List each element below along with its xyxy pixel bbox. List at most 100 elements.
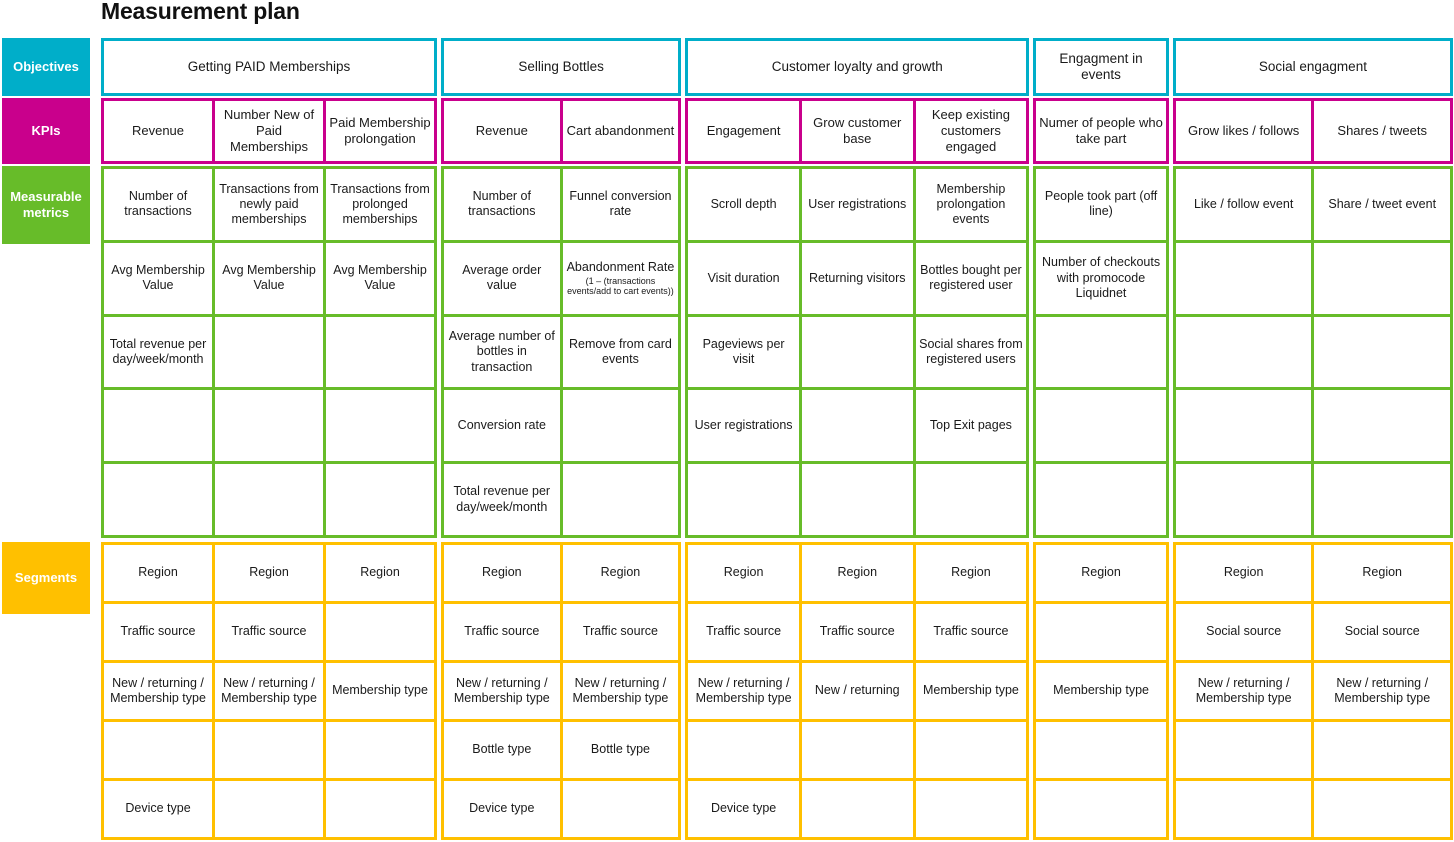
segment-cell[interactable]: Social source (1175, 604, 1312, 660)
segment-cell[interactable] (1036, 722, 1166, 778)
metric-cell[interactable] (104, 464, 212, 535)
metric-cell[interactable]: Conversion rate (443, 390, 560, 462)
metric-cell[interactable] (1175, 242, 1312, 314)
metric-cell[interactable]: Number of transactions (104, 169, 212, 240)
segment-cell[interactable]: Traffic source (215, 604, 323, 660)
segment-cell[interactable]: Traffic source (562, 604, 679, 660)
segment-cell[interactable] (1175, 722, 1312, 778)
metric-cell[interactable] (1175, 390, 1312, 462)
metric-cell[interactable]: Top Exit pages (915, 390, 1027, 462)
segment-cell[interactable] (562, 781, 679, 837)
kpi-cell[interactable]: Revenue (104, 101, 212, 161)
segment-cell[interactable] (915, 722, 1027, 778)
segment-cell[interactable]: Region (915, 545, 1027, 601)
metric-cell[interactable] (326, 390, 434, 462)
segment-cell[interactable]: Region (562, 545, 679, 601)
segment-cell[interactable]: Region (1175, 545, 1312, 601)
segment-cell[interactable] (801, 781, 913, 837)
segment-cell[interactable] (215, 722, 323, 778)
metric-cell[interactable]: Pageviews per visit (688, 316, 799, 388)
metric-cell[interactable]: Visit duration (688, 242, 799, 314)
kpi-cell[interactable]: Shares / tweets (1314, 101, 1450, 161)
kpi-cell[interactable]: Cart abandonment (562, 101, 679, 161)
metric-cell[interactable]: Share / tweet event (1314, 169, 1450, 240)
metric-cell[interactable] (1036, 316, 1166, 388)
metric-cell[interactable] (1314, 242, 1450, 314)
metric-cell[interactable]: Average order value (443, 242, 560, 314)
segment-cell[interactable]: Region (1314, 545, 1450, 601)
kpi-cell[interactable]: Number New of Paid Memberships (215, 101, 323, 161)
segment-cell[interactable]: New / returning / Membership type (443, 663, 560, 719)
kpi-cell[interactable]: Grow customer base (801, 101, 913, 161)
metric-cell[interactable]: Social shares from registered users (915, 316, 1027, 388)
kpi-cell[interactable]: Grow likes / follows (1175, 101, 1312, 161)
metric-cell[interactable] (801, 464, 913, 535)
metric-cell[interactable] (688, 464, 799, 535)
metric-cell[interactable] (1036, 464, 1166, 535)
metric-cell[interactable] (801, 390, 913, 462)
metric-cell[interactable]: Abandonment Rate (1 – (transactions event… (562, 242, 679, 314)
metric-cell[interactable]: Funnel conversion rate (562, 169, 679, 240)
segment-cell[interactable]: Bottle type (443, 722, 560, 778)
segment-cell[interactable]: Traffic source (801, 604, 913, 660)
segment-cell[interactable]: New / returning / Membership type (104, 663, 212, 719)
segment-cell[interactable]: Bottle type (562, 722, 679, 778)
metric-cell[interactable] (215, 464, 323, 535)
objective-cell[interactable]: Social engagment (1175, 41, 1450, 93)
metric-cell[interactable] (1314, 390, 1450, 462)
segment-cell[interactable]: Region (688, 545, 799, 601)
metric-cell[interactable] (326, 464, 434, 535)
metric-cell[interactable]: Number of transactions (443, 169, 560, 240)
metric-cell[interactable]: Transactions from newly paid memberships (215, 169, 323, 240)
metric-cell[interactable] (326, 316, 434, 388)
segment-cell[interactable] (1175, 781, 1312, 837)
metric-cell[interactable] (104, 390, 212, 462)
segment-cell[interactable]: Device type (443, 781, 560, 837)
segment-cell[interactable]: Device type (688, 781, 799, 837)
segment-cell[interactable]: New / returning / Membership type (688, 663, 799, 719)
objective-cell[interactable]: Engagment in events (1036, 41, 1166, 93)
metric-cell[interactable]: Scroll depth (688, 169, 799, 240)
segment-cell[interactable] (326, 604, 434, 660)
segment-cell[interactable] (326, 722, 434, 778)
kpi-cell[interactable]: Engagement (688, 101, 799, 161)
segment-cell[interactable]: Membership type (1036, 663, 1166, 719)
segment-cell[interactable] (215, 781, 323, 837)
metric-cell[interactable]: Transactions from prolonged memberships (326, 169, 434, 240)
segment-cell[interactable]: New / returning / Membership type (1314, 663, 1450, 719)
segment-cell[interactable]: Region (104, 545, 212, 601)
metric-cell[interactable]: Total revenue per day/week/month (104, 316, 212, 388)
segment-cell[interactable]: Region (326, 545, 434, 601)
metric-cell[interactable]: Number of checkouts with promocode Liqui… (1036, 242, 1166, 314)
metric-cell[interactable] (562, 464, 679, 535)
metric-cell[interactable] (915, 464, 1027, 535)
metric-cell[interactable]: Membership prolongation events (915, 169, 1027, 240)
objective-cell[interactable]: Getting PAID Memberships (104, 41, 434, 93)
metric-cell[interactable]: People took part (off line) (1036, 169, 1166, 240)
metric-cell[interactable] (1175, 316, 1312, 388)
segment-cell[interactable]: New / returning / Membership type (562, 663, 679, 719)
metric-cell[interactable] (215, 390, 323, 462)
segment-cell[interactable]: Membership type (326, 663, 434, 719)
metric-cell[interactable]: Total revenue per day/week/month (443, 464, 560, 535)
metric-cell[interactable] (1175, 464, 1312, 535)
segment-cell[interactable]: Traffic source (915, 604, 1027, 660)
kpi-cell[interactable]: Paid Membership prolongation (326, 101, 434, 161)
metric-cell[interactable] (562, 390, 679, 462)
metric-cell[interactable]: Average number of bottles in transaction (443, 316, 560, 388)
segment-cell[interactable] (1314, 722, 1450, 778)
segment-cell[interactable]: Traffic source (688, 604, 799, 660)
segment-cell[interactable]: New / returning / Membership type (1175, 663, 1312, 719)
segment-cell[interactable]: Traffic source (443, 604, 560, 660)
metric-cell[interactable]: Avg Membership Value (326, 242, 434, 314)
metric-cell[interactable]: Avg Membership Value (215, 242, 323, 314)
segment-cell[interactable]: New / returning / Membership type (215, 663, 323, 719)
segment-cell[interactable]: Region (801, 545, 913, 601)
segment-cell[interactable] (915, 781, 1027, 837)
segment-cell[interactable]: Region (443, 545, 560, 601)
objective-cell[interactable]: Customer loyalty and growth (688, 41, 1027, 93)
objective-cell[interactable]: Selling Bottles (443, 41, 679, 93)
segment-cell[interactable]: Traffic source (104, 604, 212, 660)
metric-cell[interactable]: User registrations (688, 390, 799, 462)
metric-cell[interactable]: Bottles bought per registered user (915, 242, 1027, 314)
